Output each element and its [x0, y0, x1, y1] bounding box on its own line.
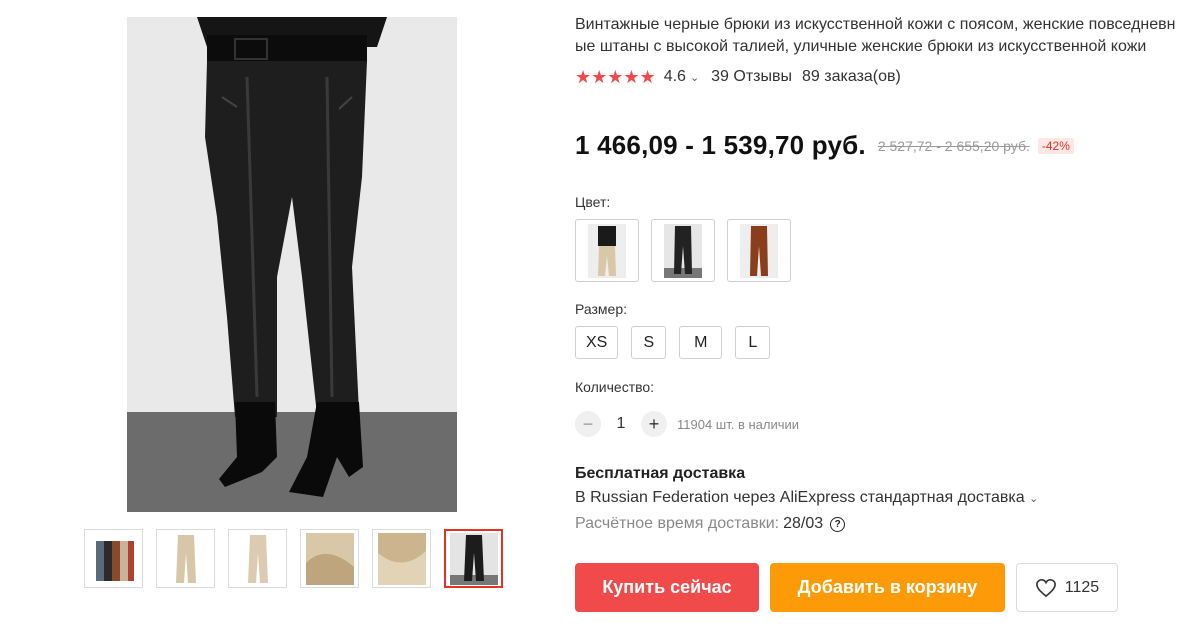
color-label: Цвет:: [575, 194, 611, 210]
eta-value: 28/03: [783, 515, 824, 532]
product-info: Винтажные черные брюки из искусственной …: [575, 14, 1185, 612]
old-price: 2 527,72 - 2 655,20 руб.: [877, 137, 1030, 154]
stock-text: 11904 шт. в наличии: [677, 416, 800, 432]
discount-badge: -42%: [1037, 137, 1074, 154]
rating-row: ★★★★★ 4.6 ⌄ 39 Отзывы 89 заказа(ов): [575, 66, 1185, 88]
increment-button[interactable]: +: [641, 411, 667, 437]
color-options: [575, 219, 791, 282]
decrement-button[interactable]: −: [575, 411, 601, 437]
help-icon[interactable]: ?: [830, 516, 846, 532]
action-buttons: Купить сейчас Добавить в корзину 1125: [575, 563, 1118, 612]
chevron-down-icon[interactable]: ⌄: [1029, 493, 1038, 505]
size-option-s[interactable]: S: [631, 326, 667, 359]
rating-value[interactable]: 4.6: [664, 68, 686, 86]
thumbnail[interactable]: [84, 529, 143, 588]
eta-label: Расчётное время доставки:: [575, 515, 780, 532]
size-options: XS S M L: [575, 326, 771, 359]
shipping-method[interactable]: В Russian Federation через AliExpress ст…: [575, 489, 1038, 507]
price-row: 1 466,09 - 1 539,70 руб. 2 527,72 - 2 65…: [575, 130, 1074, 161]
wishlist-count: 1125: [1064, 578, 1100, 596]
shipping-method-text[interactable]: В Russian Federation через AliExpress ст…: [575, 489, 1025, 506]
product-title: Винтажные черные брюки из искусственной …: [575, 16, 1176, 55]
delivery-eta: Расчётное время доставки: 28/03 ?: [575, 515, 846, 533]
color-option-black[interactable]: [651, 219, 715, 282]
main-product-image[interactable]: [127, 17, 457, 512]
quantity-value[interactable]: 1: [601, 415, 641, 433]
thumbnail-strip: [84, 529, 503, 588]
size-option-xs[interactable]: XS: [575, 326, 619, 359]
current-price: 1 466,09 - 1 539,70 руб.: [575, 130, 866, 160]
thumbnail[interactable]: [300, 529, 359, 588]
size-option-m[interactable]: M: [679, 326, 723, 359]
color-option-beige[interactable]: [575, 219, 639, 282]
add-to-cart-button[interactable]: Добавить в корзину: [770, 563, 1005, 612]
wishlist-button[interactable]: 1125: [1016, 563, 1118, 612]
heart-icon: [1035, 578, 1056, 597]
size-label: Размер:: [575, 301, 628, 317]
quantity-stepper: − 1 + 11904 шт. в наличии: [575, 411, 799, 437]
buy-now-button[interactable]: Купить сейчас: [575, 563, 759, 612]
thumbnail-active[interactable]: [444, 529, 503, 588]
star-rating-icon: ★★★★★: [575, 66, 656, 87]
color-option-brown[interactable]: [727, 219, 791, 282]
thumbnail[interactable]: [228, 529, 287, 588]
thumbnail[interactable]: [156, 529, 215, 588]
quantity-label: Количество:: [575, 379, 655, 395]
size-option-l[interactable]: L: [735, 326, 771, 359]
shipping-title: Бесплатная доставка: [575, 465, 746, 482]
reviews-link[interactable]: 39 Отзывы: [711, 68, 792, 86]
thumbnail[interactable]: [372, 529, 431, 588]
chevron-down-icon[interactable]: ⌄: [690, 71, 699, 84]
orders-count: 89 заказа(ов): [802, 68, 901, 85]
